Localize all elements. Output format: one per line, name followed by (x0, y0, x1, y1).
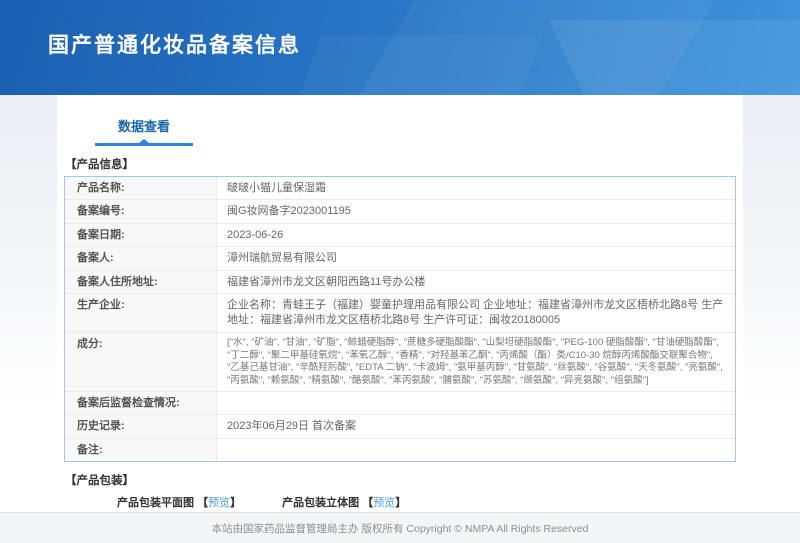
page: 国产普通化妆品备案信息 数据查看 【产品信息】 产品名称: 啵啵小猫儿童保湿霜 … (0, 0, 800, 543)
row-label: 备案编号: (65, 200, 217, 222)
section-title-product-info: 【产品信息】 (65, 156, 743, 172)
preview-link-stereo[interactable]: 预览 (373, 497, 395, 509)
row-value: 福建省漳州市龙文区朝阳西路11号办公楼 (217, 271, 735, 293)
row-label: 产品名称: (65, 177, 217, 199)
row-label: 备案人: (65, 247, 217, 269)
tab-active-underline (95, 143, 193, 146)
tab-data-view-label: 数据查看 (95, 116, 193, 135)
packaging-row: 产品包装平面图 【预览】 产品包装立体图 【预览】 (117, 494, 743, 510)
table-row: 备案编号: 闽G妆网备字2023001195 (65, 200, 735, 223)
page-footer: 本站由国家药品监督管理局主办 版权所有 Copyright © NMPA All… (0, 512, 800, 543)
product-info-table: 产品名称: 啵啵小猫儿童保湿霜 备案编号: 闽G妆网备字2023001195 备… (64, 176, 736, 462)
preview-link-flat[interactable]: 预览 (208, 497, 230, 509)
main-area: 数据查看 【产品信息】 产品名称: 啵啵小猫儿童保湿霜 备案编号: 闽G妆网备字… (0, 95, 800, 512)
row-label: 备注: (65, 439, 217, 461)
table-row: 生产企业: 企业名称：青蛙王子（福建）婴童护理用品有限公司 企业地址：福建省漳州… (65, 294, 735, 333)
bracket-close: 】 (395, 497, 406, 509)
row-label: 生产企业: (65, 294, 217, 332)
tab-data-view[interactable]: 数据查看 (95, 116, 193, 146)
page-title: 国产普通化妆品备案信息 (48, 29, 301, 59)
bracket-open: 【 (197, 497, 208, 509)
packaging-flat-item: 产品包装平面图 【预览】 (117, 494, 241, 510)
table-row: 备案日期: 2023-06-26 (65, 224, 735, 247)
row-value: 企业名称：青蛙王子（福建）婴童护理用品有限公司 企业地址：福建省漳州市龙文区梧桥… (217, 294, 735, 332)
row-label: 备案后监督检查情况: (65, 392, 217, 414)
row-label: 历史记录: (65, 415, 217, 437)
copyright-text: 本站由国家药品监督管理局主办 版权所有 Copyright © NMPA All… (212, 521, 589, 536)
tab-bar: 数据查看 (57, 95, 743, 146)
table-row: 成分: ["水", "矿油", "甘油", "矿脂", "鲸蜡硬脂醇", "蔗糖… (65, 333, 735, 392)
row-value: 闽G妆网备字2023001195 (217, 200, 735, 222)
row-value: 啵啵小猫儿童保湿霜 (217, 177, 735, 199)
packaging-stereo-label: 产品包装立体图 (282, 497, 359, 509)
section-title-packaging: 【产品包装】 (65, 472, 743, 488)
table-row: 备案人: 漳州瑞航贸易有限公司 (65, 247, 735, 270)
row-value (217, 392, 735, 414)
table-row: 备注: (65, 439, 735, 461)
bracket-open: 【 (362, 497, 373, 509)
header-decoration (549, 20, 800, 95)
row-label: 备案人住所地址: (65, 271, 217, 293)
packaging-flat-label: 产品包装平面图 (117, 497, 194, 509)
row-value: 漳州瑞航贸易有限公司 (217, 247, 735, 269)
row-value-ingredients: ["水", "矿油", "甘油", "矿脂", "鲸蜡硬脂醇", "蔗糖多硬脂酸… (217, 333, 735, 391)
table-row: 备案人住所地址: 福建省漳州市龙文区朝阳西路11号办公楼 (65, 271, 735, 294)
row-value: 2023-06-26 (217, 224, 735, 246)
table-row: 历史记录: 2023年06月29日 首次备案 (65, 415, 735, 438)
row-value: 2023年06月29日 首次备案 (217, 415, 735, 437)
page-header: 国产普通化妆品备案信息 (0, 0, 800, 95)
table-row: 备案后监督检查情况: (65, 392, 735, 415)
table-row: 产品名称: 啵啵小猫儿童保湿霜 (65, 177, 735, 200)
header-decoration (278, 35, 542, 95)
bracket-close: 】 (230, 497, 241, 509)
packaging-stereo-item: 产品包装立体图 【预览】 (282, 494, 406, 510)
row-label: 成分: (65, 333, 217, 391)
content-card: 数据查看 【产品信息】 产品名称: 啵啵小猫儿童保湿霜 备案编号: 闽G妆网备字… (57, 95, 743, 512)
row-value (217, 439, 735, 461)
row-label: 备案日期: (65, 224, 217, 246)
